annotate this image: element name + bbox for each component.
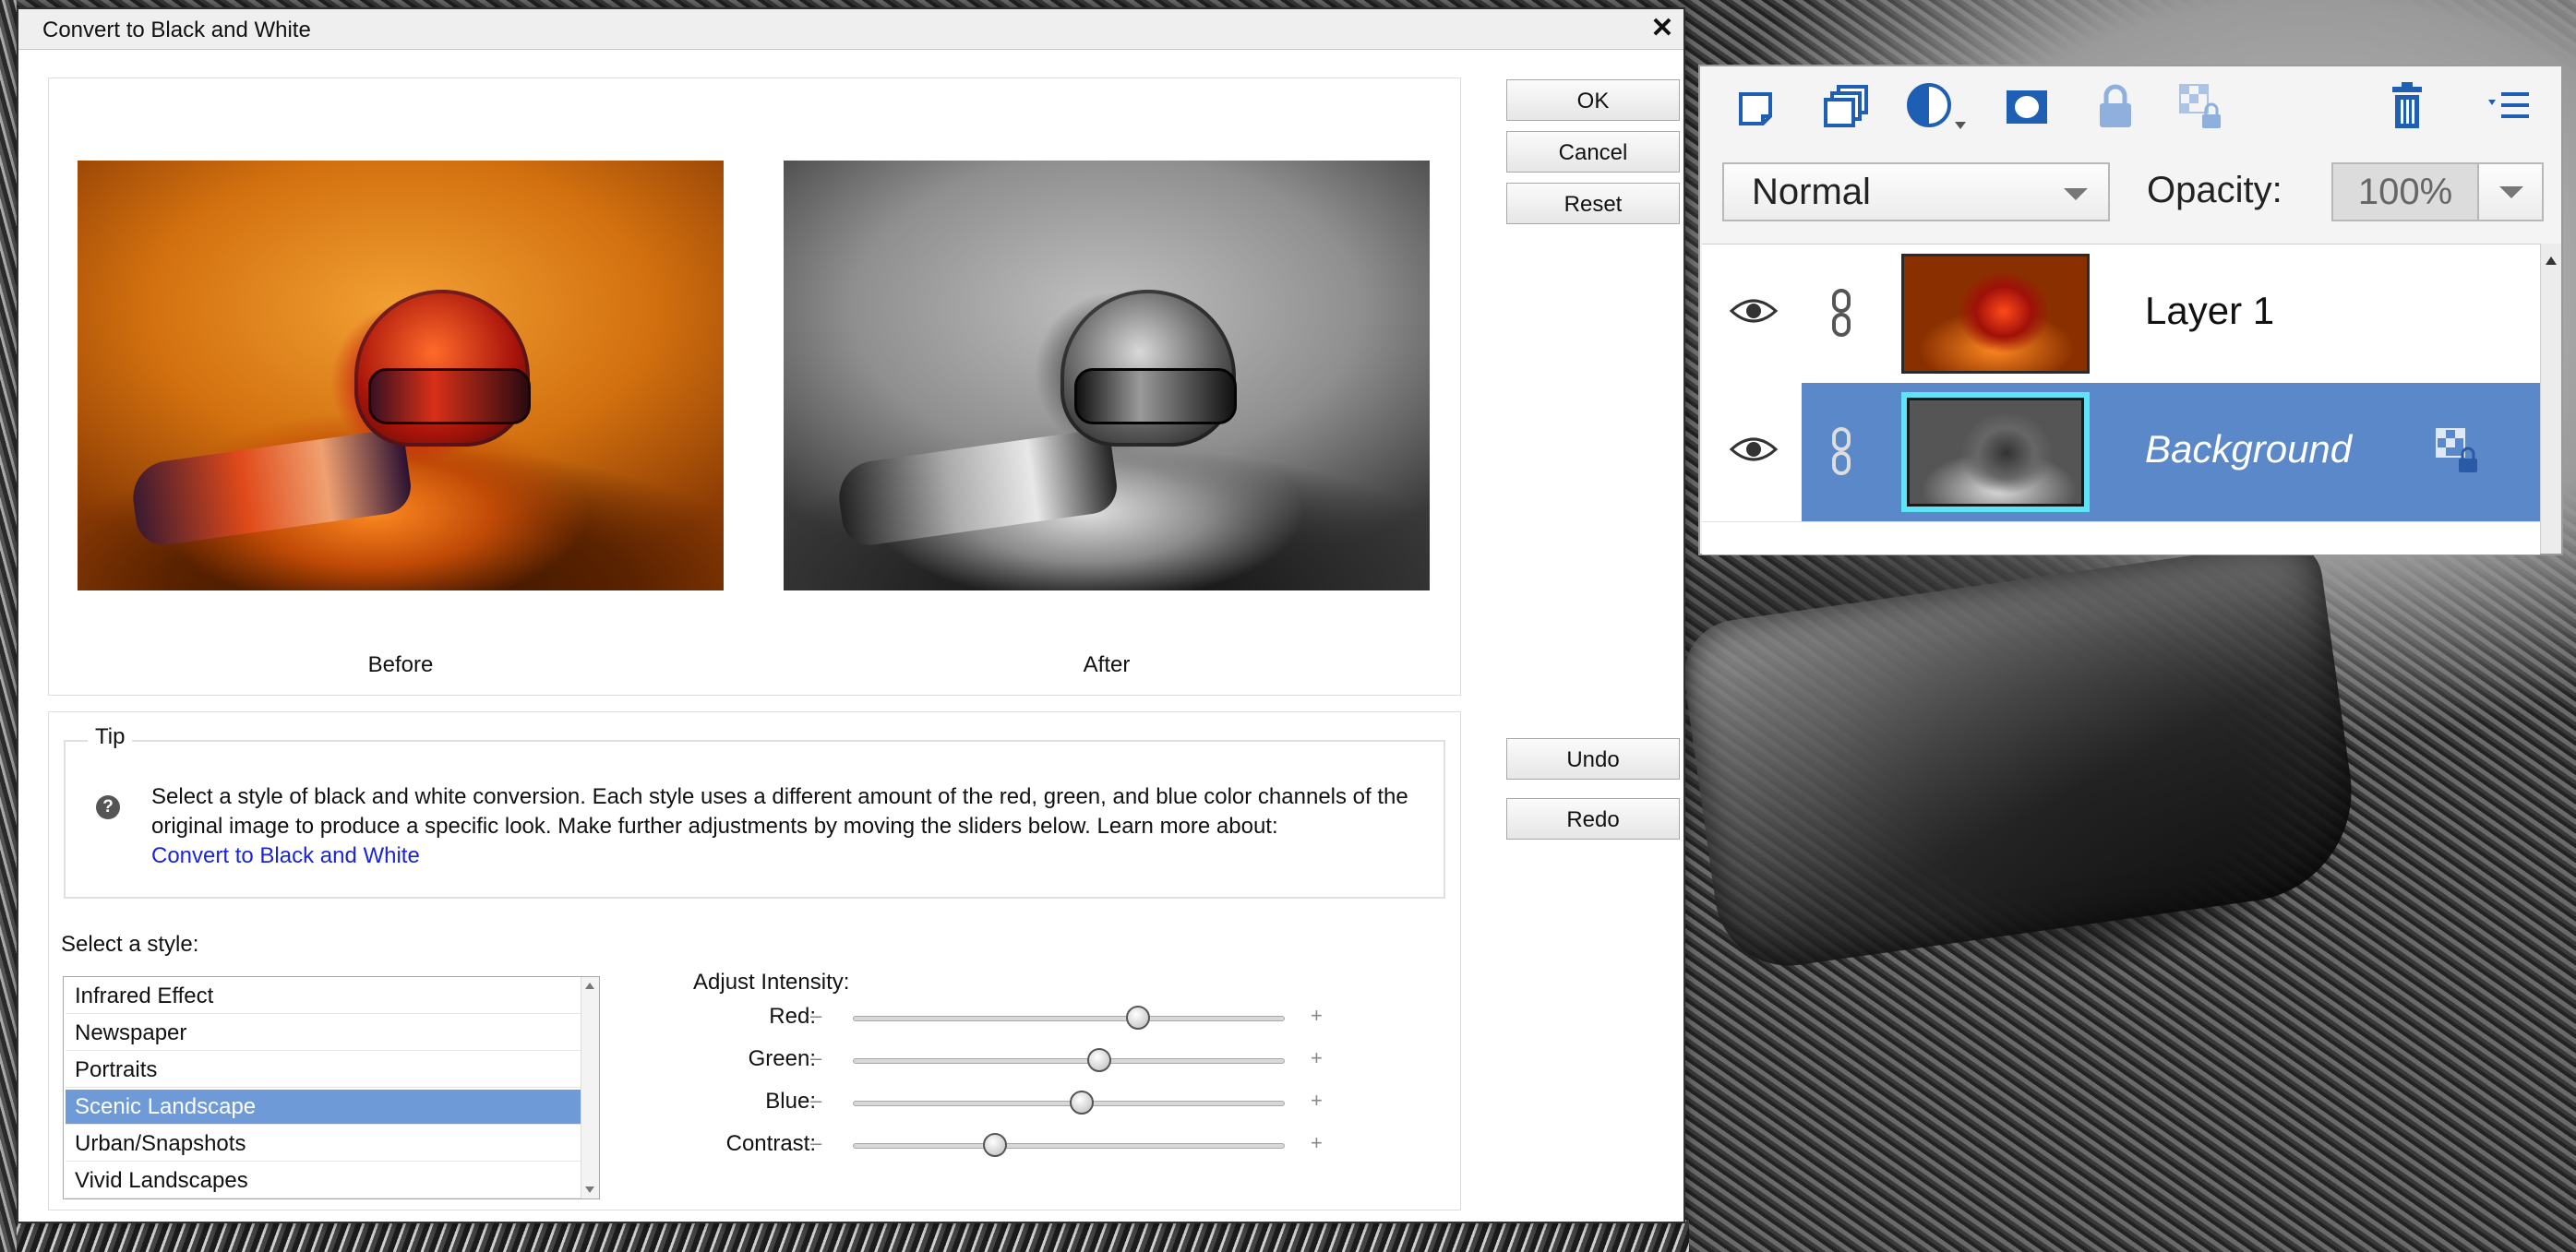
tip-legend: Tip bbox=[88, 724, 133, 750]
minus-icon: – bbox=[810, 1131, 822, 1154]
convert-bw-dialog: Convert to Black and White ✕ Before Afte… bbox=[17, 7, 1685, 1223]
blue-slider-track[interactable] bbox=[853, 1101, 1285, 1106]
dialog-titlebar[interactable]: Convert to Black and White ✕ bbox=[18, 9, 1683, 50]
lock-all-icon[interactable] bbox=[2088, 79, 2143, 135]
new-layer-icon[interactable] bbox=[1728, 79, 1783, 135]
layers-toolbar bbox=[1700, 66, 2561, 149]
blue-slider-thumb[interactable] bbox=[1070, 1091, 1095, 1115]
style-item-newspaper[interactable]: Newspaper bbox=[66, 1016, 581, 1051]
canvas-image-edge bbox=[0, 1220, 1689, 1252]
rider-arm bbox=[128, 427, 414, 549]
green-slider-thumb[interactable] bbox=[1086, 1048, 1111, 1072]
scroll-up-icon[interactable] bbox=[2546, 256, 2557, 265]
layers-scrollbar[interactable] bbox=[2540, 244, 2561, 554]
scroll-up-icon[interactable] bbox=[585, 983, 594, 989]
trash-icon[interactable] bbox=[2379, 79, 2435, 135]
canvas-image-edge-left bbox=[0, 0, 17, 1252]
rider-arm bbox=[834, 427, 1120, 549]
intensity-label: Adjust Intensity: bbox=[693, 970, 850, 995]
red-slider-label: Red: bbox=[769, 1004, 816, 1029]
layer-thumbnail bbox=[1901, 392, 2090, 512]
opacity-dropdown-button[interactable] bbox=[2477, 162, 2544, 221]
panel-menu-icon[interactable] bbox=[2483, 79, 2538, 135]
tip-text: Select a style of black and white conver… bbox=[151, 782, 1425, 871]
style-item-scenic-landscape[interactable]: Scenic Landscape bbox=[66, 1090, 581, 1125]
after-image bbox=[784, 161, 1430, 590]
contrast-slider-label: Contrast: bbox=[725, 1131, 816, 1156]
undo-button[interactable]: Undo bbox=[1506, 738, 1680, 780]
before-image bbox=[78, 161, 724, 590]
link-icon[interactable] bbox=[1829, 287, 1853, 339]
style-item-infrared-effect[interactable]: Infrared Effect bbox=[66, 979, 581, 1014]
chevron-down-icon bbox=[2064, 188, 2088, 200]
green-slider-row: Green: – + bbox=[665, 1041, 1329, 1078]
opacity-field[interactable]: 100% bbox=[2331, 162, 2479, 221]
plus-icon: + bbox=[1311, 1004, 1323, 1027]
style-item-urban-snapshots[interactable]: Urban/Snapshots bbox=[66, 1127, 581, 1162]
rider-goggles bbox=[1074, 368, 1237, 424]
redo-button[interactable]: Redo bbox=[1506, 798, 1680, 840]
green-slider-track[interactable] bbox=[853, 1058, 1285, 1064]
layer-row-background[interactable]: Background bbox=[1702, 383, 2540, 522]
blend-mode-value: Normal bbox=[1752, 172, 1871, 212]
preview-panel: Before After bbox=[48, 78, 1461, 696]
style-item-vivid-landscapes[interactable]: Vivid Landscapes bbox=[66, 1163, 581, 1198]
plus-icon: + bbox=[1311, 1089, 1323, 1112]
visibility-eye-icon[interactable] bbox=[1728, 431, 1779, 468]
style-listbox[interactable]: Infrared Effect Newspaper Portraits Scen… bbox=[63, 976, 600, 1199]
style-item-portraits[interactable]: Portraits bbox=[66, 1053, 581, 1088]
layer-name[interactable]: Layer 1 bbox=[2145, 289, 2274, 333]
tip-body: Select a style of black and white conver… bbox=[151, 784, 1408, 839]
plus-icon: + bbox=[1311, 1131, 1323, 1154]
layers-list: Layer 1 Background bbox=[1702, 244, 2540, 554]
new-group-icon[interactable] bbox=[1818, 79, 1874, 135]
red-slider-thumb[interactable] bbox=[1125, 1006, 1150, 1030]
link-icon[interactable] bbox=[1829, 425, 1853, 477]
blue-slider-row: Blue: – + bbox=[665, 1083, 1329, 1120]
contrast-slider-thumb[interactable] bbox=[983, 1133, 1008, 1157]
layer-row-layer-1[interactable]: Layer 1 bbox=[1702, 244, 2540, 384]
layers-panel: Normal Opacity: 100% Layer 1 Background bbox=[1698, 65, 2563, 555]
help-icon: ? bbox=[96, 795, 120, 819]
cancel-button[interactable]: Cancel bbox=[1506, 131, 1680, 173]
minus-icon: – bbox=[810, 1046, 822, 1069]
red-slider-track[interactable] bbox=[853, 1016, 1285, 1021]
visibility-eye-icon[interactable] bbox=[1728, 292, 1779, 329]
style-select-label: Select a style: bbox=[61, 932, 199, 957]
opacity-label: Opacity: bbox=[2147, 170, 2282, 210]
plus-icon: + bbox=[1311, 1046, 1323, 1069]
red-slider-row: Red: – + bbox=[665, 998, 1329, 1035]
lock-transparency-icon[interactable] bbox=[2175, 79, 2230, 135]
after-label: After bbox=[1083, 652, 1131, 677]
blue-slider-label: Blue: bbox=[765, 1089, 816, 1114]
adjustment-layer-icon[interactable] bbox=[1901, 79, 1975, 135]
green-slider-label: Green: bbox=[748, 1046, 816, 1071]
rider-goggles bbox=[368, 368, 531, 424]
scroll-down-icon[interactable] bbox=[585, 1186, 594, 1193]
layer-mask-icon[interactable] bbox=[1999, 79, 2055, 135]
layer-lock-icon bbox=[2436, 428, 2477, 472]
learn-more-link[interactable]: Convert to Black and White bbox=[151, 841, 1425, 871]
close-icon[interactable]: ✕ bbox=[1648, 15, 1676, 42]
layer-thumbnail bbox=[1901, 254, 2090, 374]
reset-button[interactable]: Reset bbox=[1506, 183, 1680, 224]
style-list-scrollbar[interactable] bbox=[581, 977, 599, 1198]
blend-mode-select[interactable]: Normal bbox=[1722, 162, 2110, 221]
before-label: Before bbox=[367, 652, 434, 677]
dialog-title: Convert to Black and White bbox=[42, 18, 311, 42]
contrast-slider-row: Contrast: – + bbox=[665, 1126, 1329, 1163]
minus-icon: – bbox=[810, 1089, 822, 1112]
minus-icon: – bbox=[810, 1004, 822, 1027]
contrast-slider-track[interactable] bbox=[853, 1143, 1285, 1149]
layer-name[interactable]: Background bbox=[2145, 427, 2352, 471]
ok-button[interactable]: OK bbox=[1506, 79, 1680, 121]
